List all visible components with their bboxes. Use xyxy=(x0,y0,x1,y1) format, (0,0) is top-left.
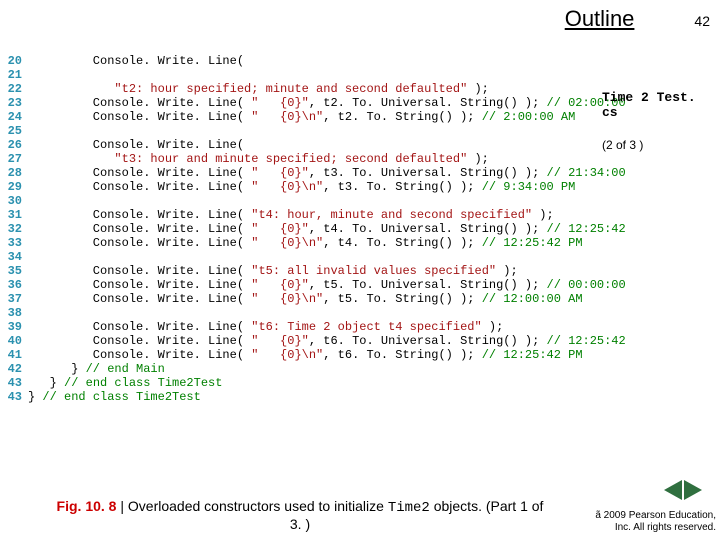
code-line: 32 Console. Write. Line( " {0}", t4. To.… xyxy=(6,222,600,236)
code-line: 29 Console. Write. Line( " {0}\n", t3. T… xyxy=(6,180,600,194)
line-number: 26 xyxy=(6,138,28,152)
line-number: 31 xyxy=(6,208,28,222)
code-content xyxy=(28,306,600,320)
code-content: Console. Write. Line( " {0}\n", t5. To. … xyxy=(28,292,600,306)
code-line: 30 xyxy=(6,194,600,208)
code-content: Console. Write. Line( " {0}", t6. To. Un… xyxy=(28,334,626,348)
line-number: 34 xyxy=(6,250,28,264)
line-number: 29 xyxy=(6,180,28,194)
code-line: 26 Console. Write. Line( xyxy=(6,138,600,152)
code-content: Console. Write. Line( " {0}", t4. To. Un… xyxy=(28,222,626,236)
line-number: 35 xyxy=(6,264,28,278)
code-line: 42 } // end Main xyxy=(6,362,600,376)
code-content: Console. Write. Line( "t5: all invalid v… xyxy=(28,264,600,278)
code-content xyxy=(28,194,600,208)
line-number: 36 xyxy=(6,278,28,292)
prev-button[interactable] xyxy=(664,480,682,500)
code-line: 36 Console. Write. Line( " {0}", t5. To.… xyxy=(6,278,600,292)
outline-title: Outline xyxy=(565,6,635,32)
code-content: } // end class Time2Test xyxy=(28,390,600,404)
code-line: 41 Console. Write. Line( " {0}\n", t6. T… xyxy=(6,348,600,362)
copyright-l2: Inc. All rights reserved. xyxy=(586,522,716,534)
line-number: 30 xyxy=(6,194,28,208)
code-content: Console. Write. Line( " {0}", t5. To. Un… xyxy=(28,278,626,292)
code-line: 27 "t3: hour and minute specified; secon… xyxy=(6,152,600,166)
line-number: 43 xyxy=(6,390,28,404)
line-number: 39 xyxy=(6,320,28,334)
line-number: 25 xyxy=(6,124,28,138)
code-content: Console. Write. Line( " {0}\n", t2. To. … xyxy=(28,110,600,124)
filename: Time 2 Test. cs xyxy=(602,90,712,120)
code-line: 38 xyxy=(6,306,600,320)
code-content: Console. Write. Line( xyxy=(28,54,600,68)
line-number: 27 xyxy=(6,152,28,166)
code-listing: 20 Console. Write. Line(2122 "t2: hour s… xyxy=(0,54,600,464)
line-number: 33 xyxy=(6,236,28,250)
figure-sep: | xyxy=(116,498,127,514)
code-content: Console. Write. Line( " {0}\n", t3. To. … xyxy=(28,180,600,194)
code-content: Console. Write. Line( xyxy=(28,138,600,152)
figure-text1: Overloaded constructors used to initiali… xyxy=(128,498,388,514)
code-content: "t2: hour specified; minute and second d… xyxy=(28,82,600,96)
line-number: 43 xyxy=(6,376,28,390)
next-button[interactable] xyxy=(684,480,702,500)
code-content: "t3: hour and minute specified; second d… xyxy=(28,152,600,166)
code-line: 20 Console. Write. Line( xyxy=(6,54,600,68)
code-content: } // end class Time2Test xyxy=(28,376,600,390)
line-number: 24 xyxy=(6,110,28,124)
nav-buttons xyxy=(664,480,702,500)
line-number: 21 xyxy=(6,68,28,82)
code-line: 33 Console. Write. Line( " {0}\n", t4. T… xyxy=(6,236,600,250)
code-line: 35 Console. Write. Line( "t5: all invali… xyxy=(6,264,600,278)
figure-label: Fig. 10. 8 xyxy=(57,498,117,514)
line-number: 28 xyxy=(6,166,28,180)
code-line: 24 Console. Write. Line( " {0}\n", t2. T… xyxy=(6,110,600,124)
code-content: Console. Write. Line( " {0}\n", t4. To. … xyxy=(28,236,600,250)
line-number: 37 xyxy=(6,292,28,306)
code-line: 25 xyxy=(6,124,600,138)
code-content: Console. Write. Line( " {0}", t2. To. Un… xyxy=(28,96,626,110)
code-content: Console. Write. Line( " {0}\n", t6. To. … xyxy=(28,348,600,362)
code-content: Console. Write. Line( "t6: Time 2 object… xyxy=(28,320,600,334)
code-content: } // end Main xyxy=(28,362,600,376)
line-number: 41 xyxy=(6,348,28,362)
figure-caption: Fig. 10. 8 | Overloaded constructors use… xyxy=(50,498,550,532)
line-number: 23 xyxy=(6,96,28,110)
line-number: 40 xyxy=(6,334,28,348)
code-line: 28 Console. Write. Line( " {0}", t3. To.… xyxy=(6,166,600,180)
line-number: 32 xyxy=(6,222,28,236)
slide: Outline 42 20 Console. Write. Line(2122 … xyxy=(0,0,720,540)
code-content: Console. Write. Line( " {0}", t3. To. Un… xyxy=(28,166,626,180)
figure-mono: Time2 xyxy=(388,500,430,516)
code-line: 37 Console. Write. Line( " {0}\n", t5. T… xyxy=(6,292,600,306)
code-line: 43} // end class Time2Test xyxy=(6,390,600,404)
line-number: 20 xyxy=(6,54,28,68)
code-line: 34 xyxy=(6,250,600,264)
code-line: 22 "t2: hour specified; minute and secon… xyxy=(6,82,600,96)
page-range: (2 of 3 ) xyxy=(602,138,712,152)
line-number: 22 xyxy=(6,82,28,96)
code-line: 43 } // end class Time2Test xyxy=(6,376,600,390)
code-line: 21 xyxy=(6,68,600,82)
code-content: Console. Write. Line( "t4: hour, minute … xyxy=(28,208,600,222)
sidebar: Time 2 Test. cs (2 of 3 ) xyxy=(602,90,712,152)
code-line: 31 Console. Write. Line( "t4: hour, minu… xyxy=(6,208,600,222)
code-content xyxy=(28,124,600,138)
header: Outline 42 xyxy=(0,6,710,32)
line-number: 42 xyxy=(6,362,28,376)
code-line: 40 Console. Write. Line( " {0}", t6. To.… xyxy=(6,334,600,348)
page-number: 42 xyxy=(694,13,710,29)
line-number: 38 xyxy=(6,306,28,320)
code-content xyxy=(28,68,600,82)
code-line: 23 Console. Write. Line( " {0}", t2. To.… xyxy=(6,96,600,110)
copyright-l1: ã 2009 Pearson Education, xyxy=(586,510,716,522)
code-content xyxy=(28,250,600,264)
copyright: ã 2009 Pearson Education, Inc. All right… xyxy=(586,510,716,534)
code-line: 39 Console. Write. Line( "t6: Time 2 obj… xyxy=(6,320,600,334)
